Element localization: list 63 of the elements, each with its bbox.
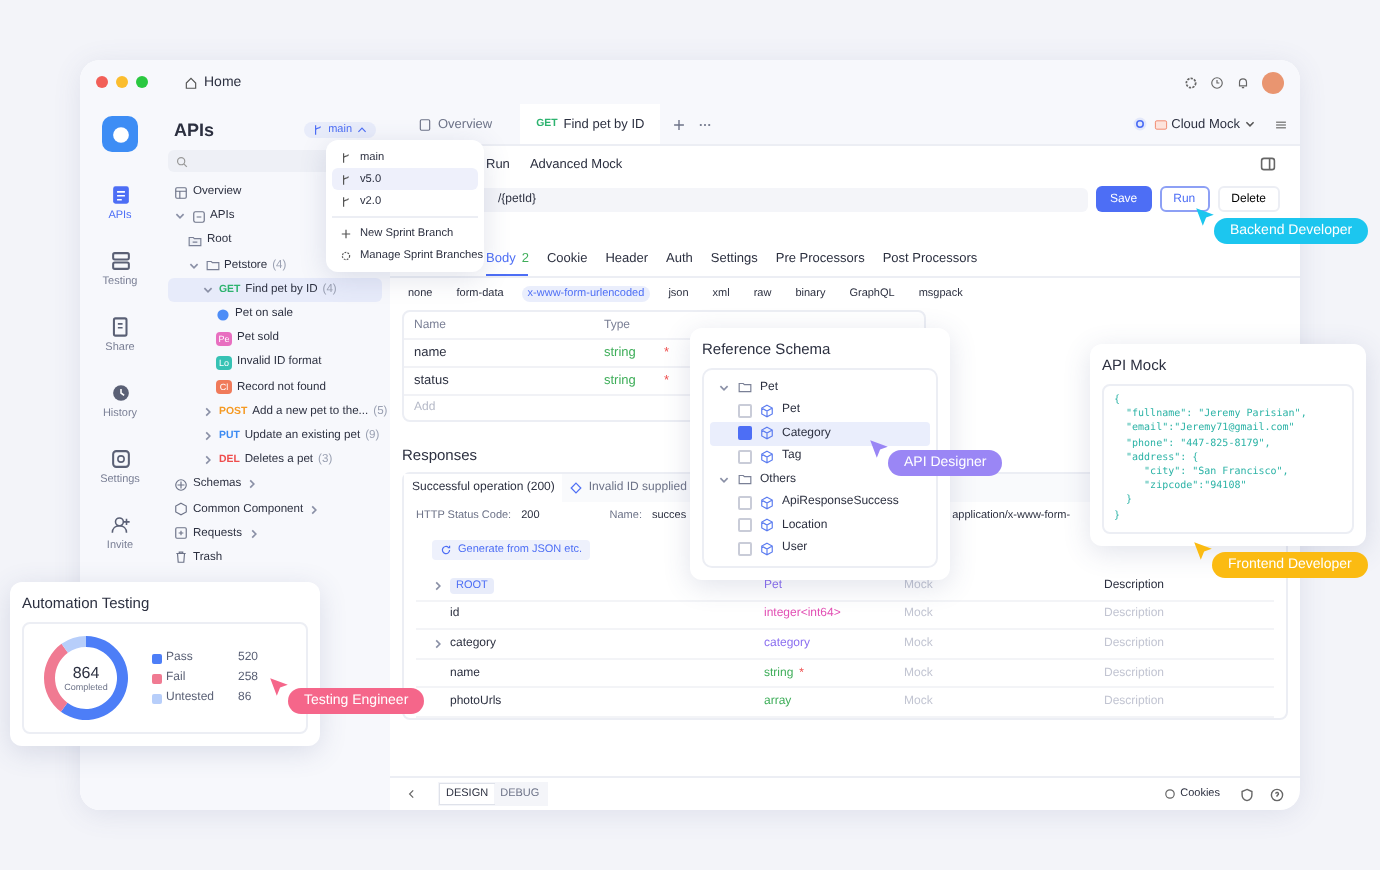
cube-icon (760, 403, 774, 418)
branch-icon (340, 173, 352, 185)
add-icon[interactable] (672, 117, 687, 131)
chevron-right-icon[interactable] (432, 579, 444, 592)
document-icon (109, 184, 131, 206)
cube-icon (760, 541, 774, 556)
diamond-icon (570, 482, 583, 494)
checkbox[interactable] (738, 403, 752, 418)
clock-icon (109, 382, 131, 404)
api-icon (191, 209, 205, 224)
schema-icon (174, 477, 188, 492)
plus-icon (340, 227, 352, 239)
chevron-right-icon[interactable] (247, 527, 259, 540)
chevron-right-icon[interactable] (246, 478, 259, 491)
avatar[interactable] (1262, 71, 1284, 93)
branch-icon (340, 195, 352, 207)
checkbox[interactable] (738, 541, 752, 556)
layout-icon (174, 185, 188, 200)
checkbox[interactable] (738, 495, 752, 510)
help-icon[interactable] (1270, 787, 1284, 801)
home-icon (184, 75, 198, 89)
close-dot[interactable] (96, 76, 108, 88)
cube-icon (760, 518, 774, 533)
folder-icon (188, 233, 202, 248)
menu-icon[interactable] (1274, 117, 1288, 131)
target-icon[interactable] (1131, 116, 1148, 132)
chevron-right-icon[interactable] (308, 503, 321, 516)
chevron-up-icon (356, 124, 368, 136)
panel-icon[interactable] (1260, 156, 1276, 172)
cube-icon (760, 449, 774, 464)
minimize-dot[interactable] (116, 76, 128, 88)
trash-icon (174, 550, 188, 565)
component-icon (174, 502, 188, 517)
bell-icon[interactable] (1236, 75, 1250, 89)
cube-icon (760, 426, 774, 441)
share-icon (109, 316, 131, 338)
document-icon (418, 117, 432, 131)
refresh-icon (440, 544, 452, 556)
chevron-down-icon[interactable] (718, 473, 730, 486)
checkbox[interactable] (738, 426, 752, 441)
branch-icon (340, 151, 352, 163)
checkbox[interactable] (738, 449, 752, 464)
folder-icon (205, 258, 219, 273)
clock-icon[interactable] (1210, 75, 1224, 89)
request-icon (174, 526, 188, 541)
logo-mark-icon (109, 123, 131, 145)
folder-icon (738, 472, 752, 487)
stack-icon (109, 250, 131, 272)
branch-icon (312, 124, 325, 136)
add-user-icon (109, 514, 131, 536)
chevron-down-icon[interactable] (174, 210, 186, 223)
chevron-down-icon[interactable] (718, 381, 730, 394)
chevron-right-icon[interactable] (432, 637, 444, 650)
sidebar-title: APIs (174, 120, 215, 140)
folder-icon (738, 380, 752, 395)
search-icon (176, 155, 188, 167)
chevron-down-icon (1244, 118, 1256, 130)
maximize-dot[interactable] (136, 76, 148, 88)
shield-icon[interactable] (1240, 787, 1254, 801)
total-value: 864 (72, 664, 100, 682)
collapse-icon[interactable] (406, 788, 418, 800)
cube-icon (760, 495, 774, 510)
checkbox[interactable] (738, 518, 752, 533)
